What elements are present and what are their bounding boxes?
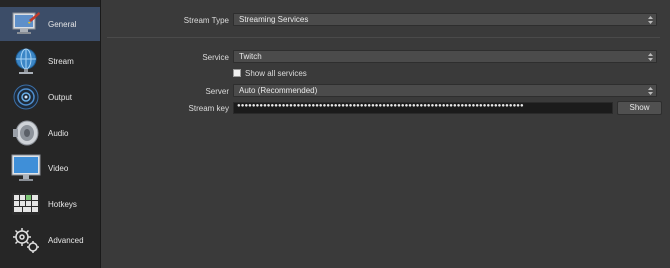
sidebar-item-label: Audio bbox=[48, 128, 69, 138]
globe-icon bbox=[10, 46, 42, 76]
sidebar-item-label: Stream bbox=[48, 56, 74, 66]
sidebar-item-label: Video bbox=[48, 163, 69, 173]
service-select[interactable]: Twitch bbox=[233, 50, 657, 63]
sidebar-item-label: Output bbox=[48, 92, 73, 102]
sidebar-item-label: Advanced bbox=[48, 235, 84, 245]
server-select[interactable]: Auto (Recommended) bbox=[233, 84, 657, 97]
stream-key-value: ●●●●●●●●●●●●●●●●●●●●●●●●●●●●●●●●●●●●●●●●… bbox=[237, 103, 524, 109]
updown-arrows-icon bbox=[648, 53, 653, 61]
service-value: Twitch bbox=[239, 52, 262, 61]
show-all-services-label[interactable]: Show all services bbox=[245, 69, 307, 78]
stream-type-label: Stream Type bbox=[183, 16, 229, 25]
general-icon bbox=[10, 9, 42, 39]
sidebar-item-label: General bbox=[48, 19, 77, 29]
keyboard-icon bbox=[10, 189, 42, 219]
monitor-icon bbox=[10, 153, 42, 183]
server-value: Auto (Recommended) bbox=[239, 86, 318, 95]
stream-type-select[interactable]: Streaming Services bbox=[233, 13, 657, 26]
gears-icon bbox=[10, 225, 42, 255]
show-all-services-checkbox[interactable] bbox=[233, 69, 241, 77]
sidebar-item-label: Hotkeys bbox=[48, 199, 77, 209]
updown-arrows-icon bbox=[648, 87, 653, 95]
stream-settings-panel: Stream Type Streaming Services Service T… bbox=[101, 0, 670, 268]
show-key-button[interactable]: Show bbox=[617, 101, 662, 115]
sidebar-item-stream[interactable]: Stream bbox=[0, 44, 100, 78]
sidebar-item-general[interactable]: General bbox=[0, 7, 100, 41]
stream-key-input[interactable]: ●●●●●●●●●●●●●●●●●●●●●●●●●●●●●●●●●●●●●●●●… bbox=[233, 102, 613, 114]
stream-type-value: Streaming Services bbox=[239, 15, 309, 24]
sidebar-item-output[interactable]: Output bbox=[0, 80, 100, 114]
updown-arrows-icon bbox=[648, 16, 653, 24]
sidebar-item-audio[interactable]: Audio bbox=[0, 116, 100, 150]
server-label: Server bbox=[205, 87, 229, 96]
service-label: Service bbox=[202, 53, 229, 62]
stream-key-label: Stream key bbox=[188, 104, 229, 113]
sidebar-item-advanced[interactable]: Advanced bbox=[0, 223, 100, 257]
settings-sidebar: General Stream Output Audio Video Hotkey… bbox=[0, 0, 101, 268]
speaker-icon bbox=[10, 118, 42, 148]
sidebar-item-hotkeys[interactable]: Hotkeys bbox=[0, 187, 100, 221]
section-divider bbox=[107, 37, 660, 38]
signal-icon bbox=[10, 82, 42, 112]
sidebar-item-video[interactable]: Video bbox=[0, 151, 100, 185]
